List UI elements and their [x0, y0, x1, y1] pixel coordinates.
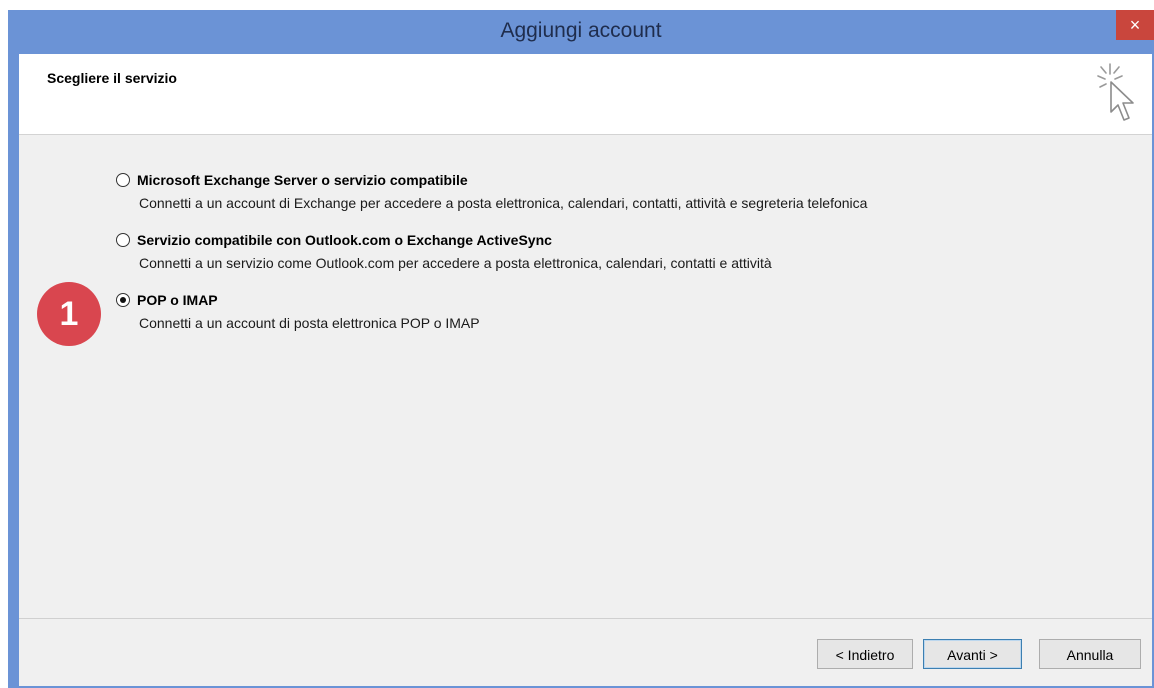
- radio-exchange[interactable]: [116, 173, 130, 187]
- close-button[interactable]: ×: [1116, 10, 1154, 40]
- wizard-cursor-icon: [1097, 63, 1134, 121]
- page-title: Scegliere il servizio: [47, 70, 177, 86]
- option-exchange-description: Connetti a un account di Exchange per ac…: [139, 195, 868, 211]
- window-title: Aggiungi account: [500, 19, 662, 42]
- option-pop-imap-label[interactable]: POP o IMAP: [137, 292, 218, 308]
- option-outlook-com-description: Connetti a un servizio come Outlook.com …: [139, 255, 772, 271]
- next-button[interactable]: Avanti >: [923, 639, 1022, 669]
- option-exchange[interactable]: Microsoft Exchange Server o servizio com…: [116, 170, 867, 211]
- back-button[interactable]: < Indietro: [817, 639, 913, 669]
- cancel-button[interactable]: Annulla: [1039, 639, 1141, 669]
- wizard-header: Scegliere il servizio: [19, 54, 1152, 135]
- radio-outlook-com[interactable]: [116, 233, 130, 247]
- option-pop-imap-description: Connetti a un account di posta elettroni…: [139, 315, 480, 331]
- option-pop-imap[interactable]: POP o IMAP Connetti a un account di post…: [116, 290, 480, 331]
- radio-pop-imap[interactable]: [116, 293, 130, 307]
- add-account-dialog: Aggiungi account × Scegliere il servizio: [8, 10, 1154, 688]
- option-exchange-label[interactable]: Microsoft Exchange Server o servizio com…: [137, 172, 468, 188]
- step-badge: 1: [37, 282, 101, 346]
- footer-divider: [19, 618, 1152, 619]
- option-outlook-com-label[interactable]: Servizio compatibile con Outlook.com o E…: [137, 232, 552, 248]
- dialog-body: Scegliere il servizio Microsoft Exchange…: [19, 54, 1152, 686]
- title-bar[interactable]: Aggiungi account ×: [8, 10, 1154, 54]
- option-outlook-com[interactable]: Servizio compatibile con Outlook.com o E…: [116, 230, 772, 271]
